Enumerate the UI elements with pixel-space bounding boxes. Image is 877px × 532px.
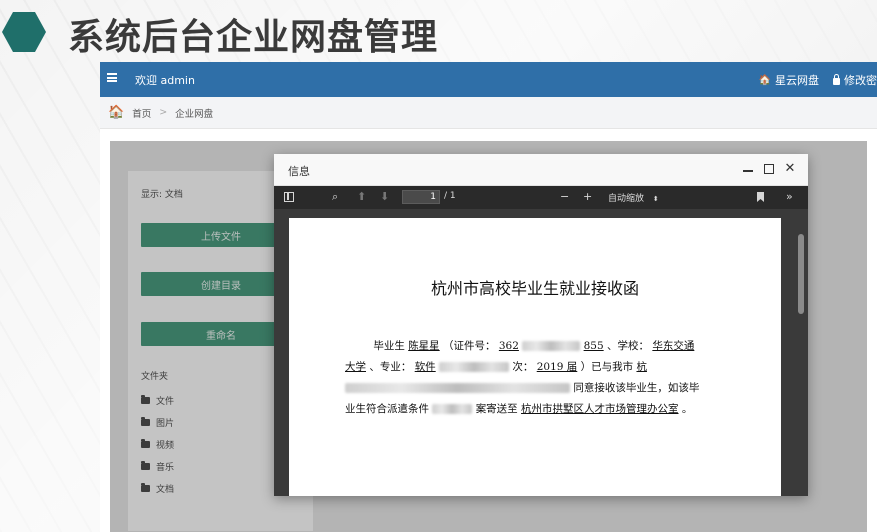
minimize-icon[interactable]	[742, 161, 754, 179]
info-modal: 信息 ✕ ⌕ ⬆ ⬇ 1 / 1 − + 自动缩放 ⬍ » 杭州市高校毕业生就业	[274, 154, 808, 496]
doc-text: 、学校：	[607, 340, 649, 352]
doc-school-cont: 大学	[345, 361, 366, 373]
page-count: / 1	[444, 191, 456, 201]
document-body: 毕业生 陈星星 （证件号： 362 855 、学校： 华东交通 大学 、专业： …	[345, 336, 730, 420]
pdf-page: 杭州市高校毕业生就业接收函 毕业生 陈星星 （证件号： 362 855 、学校：…	[289, 218, 781, 496]
welcome-text: 欢迎 admin	[135, 74, 195, 87]
document-paragraph: 毕业生 陈星星 （证件号： 362 855 、学校： 华东交通 大学 、专业： …	[345, 336, 730, 420]
doc-city: 杭	[636, 361, 647, 373]
pdf-canvas-area[interactable]: 杭州市高校毕业生就业接收函 毕业生 陈星星 （证件号： 362 855 、学校：…	[274, 209, 808, 496]
doc-text: 同意接收该毕业生，如该毕	[573, 382, 700, 394]
doc-text: 次：	[512, 361, 534, 373]
redacted-block	[345, 383, 570, 393]
doc-text: 毕业生	[373, 340, 405, 352]
bookmark-icon[interactable]	[757, 192, 764, 202]
breadcrumb-separator: >	[159, 107, 168, 118]
top-navbar: 欢迎 admin 🏠 星云网盘 修改密	[100, 62, 877, 97]
doc-major: 软件	[414, 361, 436, 373]
sidebar-toggle-icon[interactable]	[284, 192, 294, 202]
breadcrumb-current: 企业网盘	[175, 108, 214, 120]
doc-school: 华东交通	[652, 340, 695, 352]
top-nav-right: 🏠 星云网盘 修改密	[759, 72, 877, 88]
doc-text: 、专业：	[369, 361, 412, 373]
doc-text: （证件号：	[443, 340, 496, 352]
modal-header: 信息 ✕	[274, 154, 808, 186]
pdf-toolbar: ⌕ ⬆ ⬇ 1 / 1 − + 自动缩放 ⬍ »	[274, 186, 808, 209]
doc-student-name: 陈星星	[408, 340, 440, 352]
doc-text: ）已与我市	[580, 361, 634, 373]
menu-icon[interactable]	[107, 73, 117, 82]
lock-icon	[833, 73, 840, 85]
doc-text: 业生符合派遣条件	[345, 403, 429, 415]
zoom-select[interactable]: 自动缩放 ⬍	[608, 191, 659, 204]
doc-year: 2019 届	[536, 361, 578, 373]
zoom-out-button[interactable]: −	[560, 190, 569, 204]
redacted-block	[522, 341, 581, 351]
breadcrumb-home-icon[interactable]: 🏠	[108, 105, 124, 120]
home-nav-label: 星云网盘	[775, 74, 819, 87]
breadcrumb: 🏠 首页 > 企业网盘	[100, 97, 877, 129]
change-password-link[interactable]: 修改密	[833, 72, 877, 88]
doc-id-prefix: 362	[498, 340, 519, 352]
zoom-select-label: 自动缩放	[608, 194, 645, 204]
page-number-input[interactable]: 1	[402, 190, 440, 204]
redacted-block	[432, 404, 473, 414]
zoom-in-button[interactable]: +	[583, 190, 592, 204]
scrollbar-thumb[interactable]	[798, 234, 804, 314]
redacted-block	[439, 362, 510, 372]
slide-title: 系统后台企业网盘管理	[68, 17, 439, 58]
doc-text: 案寄送至	[475, 403, 518, 415]
next-page-icon[interactable]: ⬇	[380, 190, 389, 204]
document-title: 杭州市高校毕业生就业接收函	[430, 279, 639, 298]
modal-title: 信息	[288, 165, 310, 178]
maximize-icon[interactable]	[763, 161, 775, 179]
previous-page-icon[interactable]: ⬆	[357, 190, 366, 204]
doc-text: 。	[681, 403, 693, 415]
pdf-viewer: ⌕ ⬆ ⬇ 1 / 1 − + 自动缩放 ⬍ » 杭州市高校毕业生就业接收函 毕…	[274, 186, 808, 496]
modal-controls: ✕	[742, 161, 796, 179]
home-nav-link[interactable]: 🏠 星云网盘	[759, 72, 819, 88]
home-icon: 🏠	[758, 74, 771, 86]
doc-id-suffix: 855	[583, 340, 604, 352]
more-tools-icon[interactable]: »	[786, 190, 793, 204]
doc-destination: 杭州市拱墅区人才市场管理办公室	[521, 403, 679, 415]
chevron-updown-icon: ⬍	[652, 195, 659, 203]
change-password-label: 修改密	[844, 74, 877, 87]
close-icon[interactable]: ✕	[784, 161, 796, 179]
search-icon[interactable]: ⌕	[332, 190, 338, 204]
breadcrumb-home[interactable]: 首页	[132, 106, 151, 120]
